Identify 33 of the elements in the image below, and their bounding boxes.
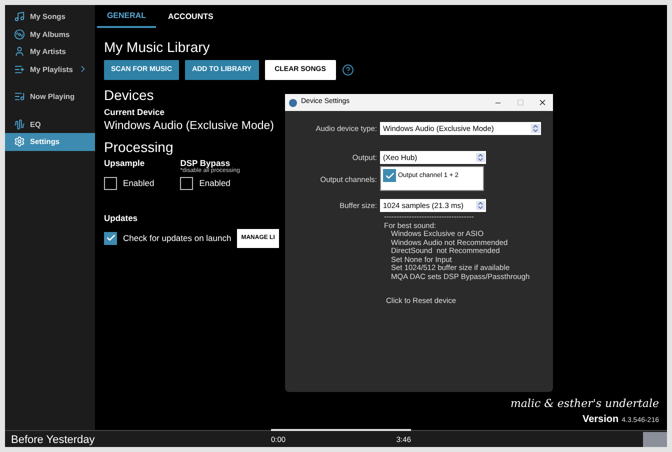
section-heading: Updates <box>104 212 138 224</box>
field-label: Current Device <box>104 106 164 119</box>
album-art-placeholder <box>643 432 667 447</box>
current-device: Windows Audio (Exclusive Mode) <box>104 118 274 134</box>
list-plus-icon <box>14 64 25 75</box>
help-icon[interactable] <box>342 64 354 76</box>
page-title: My Music Library <box>104 38 210 56</box>
app-icon <box>289 98 297 106</box>
spinner-icon[interactable] <box>476 201 485 210</box>
checkbox-label: Enabled <box>123 176 154 190</box>
tab[interactable]: GENERAL <box>97 5 156 28</box>
spinner-icon[interactable] <box>531 124 540 133</box>
checkbox-label: Enabled <box>199 176 230 190</box>
person-icon <box>14 46 25 58</box>
list-icon <box>14 91 25 102</box>
checkbox[interactable] <box>180 176 194 190</box>
section-heading: Devices <box>104 86 154 104</box>
tagline: malic & esther's undertale <box>510 396 659 412</box>
option-label: Upsample <box>104 158 146 168</box>
music-note-icon <box>14 11 25 22</box>
tab[interactable]: ACCOUNTS <box>156 5 226 28</box>
checkbox[interactable] <box>104 232 117 244</box>
option-label: DSP Bypass <box>180 158 230 168</box>
checkbox-label: Check for updates on launch <box>123 232 232 244</box>
waveform-icon <box>14 118 25 130</box>
checkbox[interactable] <box>104 176 117 190</box>
disc-icon <box>14 28 25 40</box>
version-label: Version <box>582 413 619 427</box>
checkbox[interactable] <box>383 169 396 182</box>
settings-icon <box>14 136 25 148</box>
song-title: Before Yesterday <box>10 434 95 447</box>
spinner-icon[interactable] <box>476 153 485 162</box>
section-heading: Processing <box>104 138 174 156</box>
